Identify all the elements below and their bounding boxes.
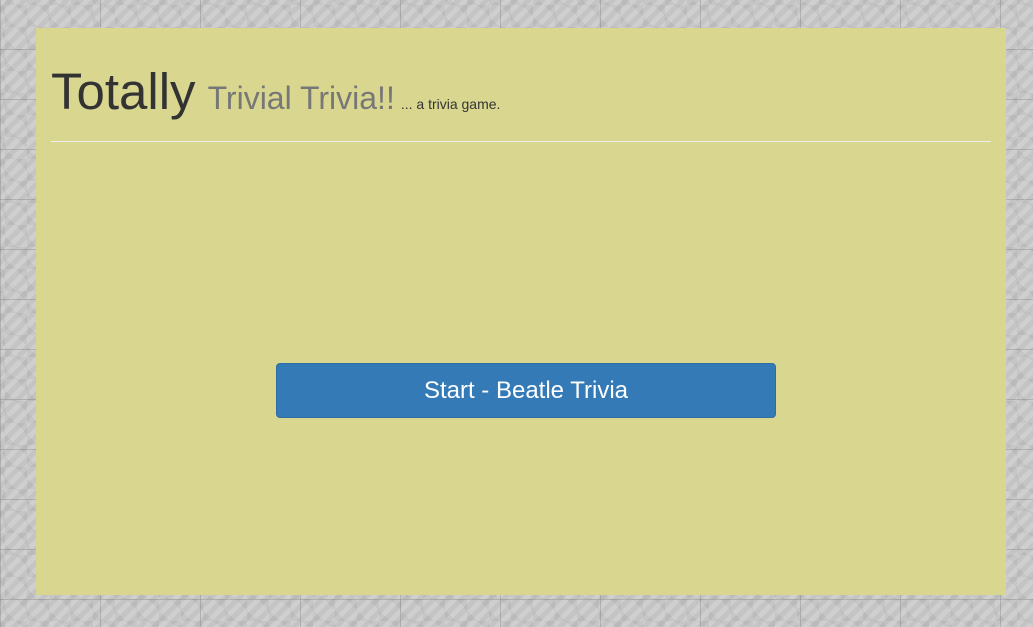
header-divider bbox=[51, 141, 991, 142]
page-title: Totally bbox=[51, 63, 196, 120]
page-header: Totally Trivial Trivia!! ... a trivia game… bbox=[51, 66, 500, 117]
game-panel: Totally Trivial Trivia!! ... a trivia game… bbox=[36, 28, 1006, 595]
start-button[interactable]: Start - Beatle Trivia bbox=[276, 363, 776, 418]
page-subtitle: Trivial Trivia!! bbox=[207, 80, 395, 116]
page-tagline: ... a trivia game. bbox=[400, 96, 501, 112]
